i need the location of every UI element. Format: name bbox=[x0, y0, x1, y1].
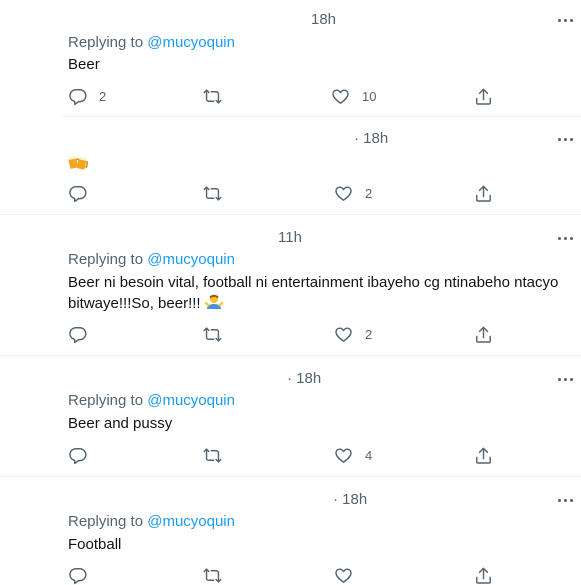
more-icon[interactable] bbox=[555, 371, 575, 387]
share-icon bbox=[474, 87, 493, 106]
person-shrugging-emoji bbox=[204, 293, 223, 317]
share-icon bbox=[474, 566, 493, 585]
replying-to-label: Replying to bbox=[68, 251, 148, 268]
replying-to: Replying to @mucyoquin bbox=[68, 34, 235, 51]
replying-to-handle[interactable]: @mucyoquin bbox=[147, 392, 235, 409]
tweet-text: Beer bbox=[68, 56, 100, 73]
like-icon bbox=[334, 325, 353, 344]
share-button[interactable] bbox=[474, 325, 493, 344]
replying-to: Replying to @mucyoquin bbox=[68, 513, 235, 530]
replying-to-label: Replying to bbox=[68, 513, 148, 530]
tweet-5[interactable]: · 18h Replying to @mucyoquin Football bbox=[0, 477, 581, 572]
reply-button[interactable] bbox=[68, 566, 87, 585]
beer-mugs-emoji bbox=[68, 153, 89, 176]
retweet-icon bbox=[203, 184, 222, 203]
replying-to-label: Replying to bbox=[68, 34, 148, 51]
more-icon[interactable] bbox=[555, 131, 575, 147]
share-button[interactable] bbox=[474, 446, 493, 465]
tweet-1[interactable]: 18h Replying to @mucyoquin Beer 2 10 bbox=[0, 0, 581, 116]
replying-to-handle[interactable]: @mucyoquin bbox=[147, 513, 235, 530]
retweet-icon bbox=[203, 325, 222, 344]
share-button[interactable] bbox=[474, 184, 493, 203]
tweet-2[interactable]: · 18h 2 bbox=[0, 117, 581, 214]
tweet-timestamp[interactable]: 18h bbox=[311, 11, 336, 28]
replying-to: Replying to @mucyoquin bbox=[68, 251, 235, 268]
reply-icon bbox=[68, 87, 87, 106]
reply-button[interactable] bbox=[68, 446, 99, 465]
retweet-button[interactable] bbox=[203, 87, 234, 106]
tweet-text-line-1: Beer ni besoin vital, football ni entert… bbox=[68, 274, 559, 291]
tweet-text: Football bbox=[68, 536, 122, 553]
tweet-text-line-2: bitwaye!!!So, beer!!! bbox=[68, 293, 573, 317]
share-icon bbox=[474, 184, 493, 203]
more-icon[interactable] bbox=[555, 492, 575, 508]
tweet-timestamp[interactable]: · 18h bbox=[333, 491, 367, 508]
reply-button[interactable] bbox=[68, 325, 99, 344]
like-icon bbox=[334, 566, 353, 585]
reply-icon bbox=[68, 325, 87, 344]
replying-to: Replying to @mucyoquin bbox=[68, 392, 235, 409]
retweet-button[interactable] bbox=[203, 325, 234, 344]
reply-count: 2 bbox=[99, 89, 107, 104]
share-icon bbox=[474, 325, 493, 344]
like-button[interactable]: 2 bbox=[334, 325, 372, 344]
retweet-icon bbox=[203, 566, 222, 585]
reply-icon bbox=[68, 446, 87, 465]
like-count: 10 bbox=[362, 89, 377, 104]
like-icon bbox=[334, 446, 353, 465]
tweet-timestamp[interactable]: · 18h bbox=[354, 130, 388, 147]
share-icon bbox=[474, 446, 493, 465]
reply-icon bbox=[68, 566, 87, 585]
retweet-button[interactable] bbox=[203, 446, 234, 465]
like-icon bbox=[331, 87, 350, 106]
replying-to-label: Replying to bbox=[68, 392, 148, 409]
like-button[interactable]: 10 bbox=[331, 87, 376, 106]
like-button[interactable]: 2 bbox=[334, 184, 372, 203]
retweet-button[interactable] bbox=[203, 184, 234, 203]
like-count: 2 bbox=[365, 327, 373, 342]
reply-button[interactable] bbox=[68, 184, 99, 203]
replying-to-handle[interactable]: @mucyoquin bbox=[147, 34, 235, 51]
share-button[interactable] bbox=[474, 566, 493, 585]
replying-to-handle[interactable]: @mucyoquin bbox=[147, 251, 235, 268]
reply-icon bbox=[68, 184, 87, 203]
more-icon[interactable] bbox=[555, 12, 575, 28]
retweet-icon bbox=[203, 446, 222, 465]
like-button[interactable]: 4 bbox=[334, 446, 372, 465]
share-button[interactable] bbox=[474, 87, 493, 106]
tweet-text: Beer ni besoin vital, football ni entert… bbox=[68, 272, 573, 317]
like-button[interactable] bbox=[334, 566, 353, 585]
like-icon bbox=[334, 184, 353, 203]
tweet-text: Beer and pussy bbox=[68, 415, 173, 432]
like-count: 2 bbox=[365, 186, 373, 201]
tweet-timestamp[interactable]: 11h bbox=[278, 229, 302, 246]
retweet-icon bbox=[203, 87, 222, 106]
tweet-text-line-2-text: bitwaye!!!So, beer!!! bbox=[68, 295, 201, 312]
retweet-button[interactable] bbox=[203, 566, 222, 585]
more-icon[interactable] bbox=[555, 230, 575, 246]
tweet-4[interactable]: · 18h Replying to @mucyoquin Beer and pu… bbox=[0, 356, 581, 476]
tweet-3[interactable]: 11h Replying to @mucyoquin Beer ni besoi… bbox=[0, 215, 581, 355]
like-count: 4 bbox=[365, 448, 373, 463]
tweet-timestamp[interactable]: · 18h bbox=[287, 370, 321, 387]
reply-button[interactable]: 2 bbox=[68, 87, 106, 106]
